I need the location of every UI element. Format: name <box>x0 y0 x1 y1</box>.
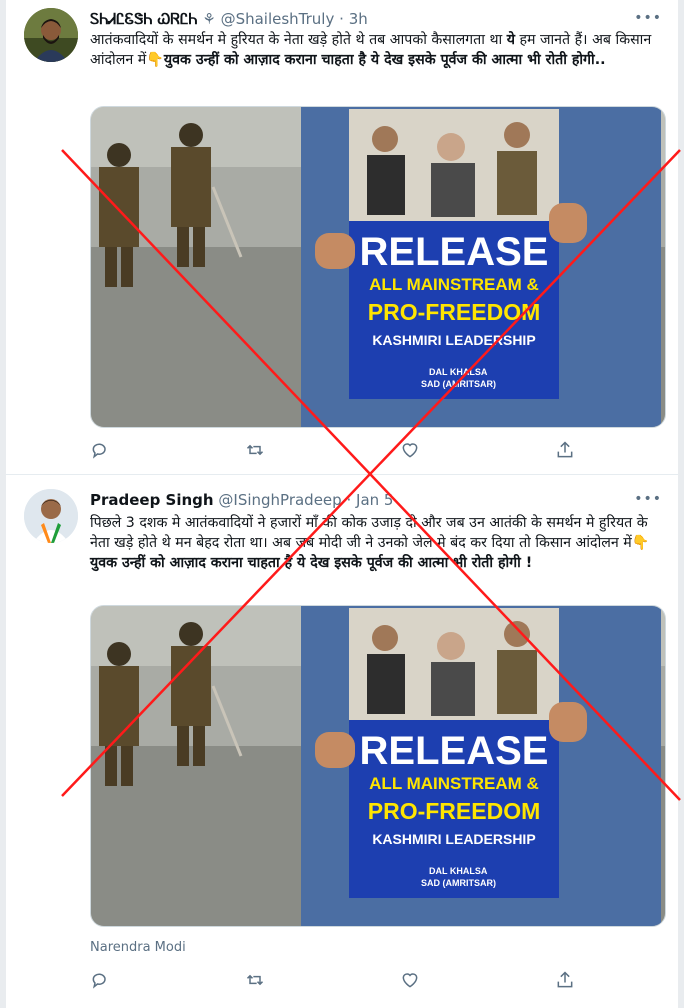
tweet-photo[interactable]: RELEASE ALL MAINSTREAM & PRO-FREEDOM KAS… <box>90 106 666 428</box>
like-icon[interactable] <box>400 970 424 994</box>
tweet[interactable]: ᏚᏂᏗᏝᏋᏕᏂ ᏇᏒᏝᏂ ⚘ @ShaileshTruly · 3h ••• आ… <box>6 0 678 475</box>
display-name[interactable]: ᏚᏂᏗᏝᏋᏕᏂ ᏇᏒᏝᏂ <box>90 10 198 28</box>
text-segment: आतंकवादियों के समर्थन मे हुरियत के नेता … <box>90 32 507 48</box>
pointing-down-emoji: 👇 <box>146 52 164 68</box>
separator-dot: · <box>346 491 352 509</box>
retweet-icon[interactable] <box>245 970 269 994</box>
text-segment-bold: युवक उन्हीं को आज़ाद कराना चाहता है ये द… <box>90 555 533 571</box>
poster-org: SAD (AMRITSAR) <box>421 878 496 888</box>
poster-org: SAD (AMRITSAR) <box>421 379 496 389</box>
avatar[interactable] <box>24 8 78 62</box>
user-handle[interactable]: @ISinghPradeep <box>218 491 341 509</box>
poster-line: KASHMIRI LEADERSHIP <box>372 831 535 847</box>
timestamp[interactable]: Jan 5 <box>356 491 393 509</box>
text-segment-bold: युवक उन्हीं को आज़ाद कराना चाहता है ये द… <box>163 52 606 68</box>
retweet-icon[interactable] <box>245 440 269 464</box>
user-handle[interactable]: @ShaileshTruly <box>221 10 335 28</box>
timestamp[interactable]: 3h <box>349 10 368 28</box>
poster-line: ALL MAINSTREAM & <box>369 774 539 793</box>
separator-dot: · <box>339 10 344 28</box>
tweet-actions <box>90 440 600 464</box>
more-icon[interactable]: ••• <box>634 491 662 507</box>
protest-poster: RELEASE ALL MAINSTREAM & PRO-FREEDOM KAS… <box>349 608 559 898</box>
tweet[interactable]: Pradeep Singh @ISinghPradeep · Jan 5 •••… <box>6 475 678 1008</box>
poster-org: DAL KHALSA <box>429 866 488 876</box>
poster-line: KASHMIRI LEADERSHIP <box>372 332 535 348</box>
reply-icon[interactable] <box>90 970 114 994</box>
text-segment-bold: ये <box>506 32 515 48</box>
tweet-actions <box>90 970 600 994</box>
verified-glyph: ⚘ <box>202 10 216 28</box>
protest-poster: RELEASE ALL MAINSTREAM & PRO-FREEDOM KAS… <box>349 109 559 399</box>
timeline: ᏚᏂᏗᏝᏋᏕᏂ ᏇᏒᏝᏂ ⚘ @ShaileshTruly · 3h ••• आ… <box>6 0 678 1008</box>
poster-line: ALL MAINSTREAM & <box>369 275 539 294</box>
photo-scene: RELEASE ALL MAINSTREAM & PRO-FREEDOM KAS… <box>91 606 665 926</box>
more-icon[interactable]: ••• <box>634 10 662 26</box>
like-icon[interactable] <box>400 440 424 464</box>
tweet-text: पिछले 3 दशक मे आतंकवादियों ने हजारों माँ… <box>90 513 666 573</box>
poster-org: DAL KHALSA <box>429 367 488 377</box>
text-segment: पिछले 3 दशक मे आतंकवादियों ने हजारों माँ… <box>90 515 648 551</box>
tweet-text: आतंकवादियों के समर्थन मे हुरियत के नेता … <box>90 30 666 70</box>
poster-line: PRO-FREEDOM <box>368 299 541 325</box>
tweet-header: ᏚᏂᏗᏝᏋᏕᏂ ᏇᏒᏝᏂ ⚘ @ShaileshTruly · 3h <box>90 10 368 28</box>
share-icon[interactable] <box>555 440 579 464</box>
reply-icon[interactable] <box>90 440 114 464</box>
share-icon[interactable] <box>555 970 579 994</box>
poster-headline: RELEASE <box>360 230 549 274</box>
tweet-photo[interactable]: RELEASE ALL MAINSTREAM & PRO-FREEDOM KAS… <box>90 605 666 927</box>
media-credit[interactable]: Narendra Modi <box>90 940 186 955</box>
pointing-down-emoji: 👇 <box>631 535 650 551</box>
display-name[interactable]: Pradeep Singh <box>90 491 214 509</box>
poster-headline: RELEASE <box>360 729 549 773</box>
photo-scene: RELEASE ALL MAINSTREAM & PRO-FREEDOM KAS… <box>91 107 665 427</box>
poster-line: PRO-FREEDOM <box>368 798 541 824</box>
tweet-header: Pradeep Singh @ISinghPradeep · Jan 5 <box>90 491 393 509</box>
avatar[interactable] <box>24 489 78 543</box>
